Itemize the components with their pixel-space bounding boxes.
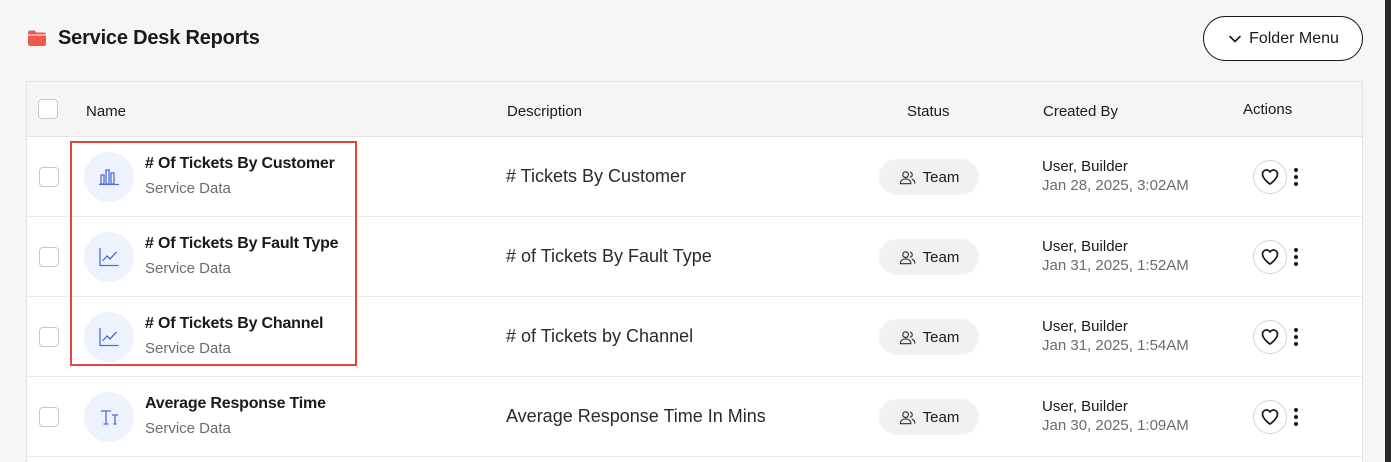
status-label: Team: [922, 328, 960, 346]
report-description: # of Tickets by Channel: [506, 326, 694, 346]
created-by-name: User, Builder: [1042, 398, 1128, 415]
scrollbar[interactable]: [1385, 0, 1391, 462]
dot: [1294, 408, 1298, 412]
status-badge: Team: [879, 319, 979, 355]
status-label: Team: [922, 248, 960, 266]
users-icon: [899, 170, 916, 184]
dot: [1294, 328, 1298, 332]
column-header-name[interactable]: Name: [86, 103, 126, 120]
dot: [1294, 335, 1298, 339]
report-data-source: Service Data: [145, 180, 231, 197]
report-name[interactable]: Average Response Time: [145, 395, 326, 413]
column-header-status[interactable]: Status: [907, 103, 950, 120]
row-checkbox[interactable]: [39, 247, 59, 267]
dot: [1294, 262, 1298, 266]
folder-icon: [28, 30, 46, 46]
table-row[interactable]: # Of Tickets By Fault Type Service Data …: [27, 217, 1362, 297]
dot: [1294, 175, 1298, 179]
row-checkbox[interactable]: [39, 327, 59, 347]
created-date: Jan 31, 2025, 1:52AM: [1042, 257, 1189, 274]
users-icon: [899, 330, 916, 344]
status-badge: Team: [879, 239, 979, 275]
more-options-button[interactable]: [1289, 325, 1303, 349]
dot: [1294, 248, 1298, 252]
column-header-actions: Actions: [1243, 101, 1293, 118]
report-data-source: Service Data: [145, 420, 231, 437]
table-row[interactable]: # Of Tickets By Customer Service Data # …: [27, 137, 1362, 217]
folder-menu-label: Folder Menu: [1249, 29, 1339, 47]
users-icon: [899, 410, 916, 424]
table-row[interactable]: Average Response Time Service Data Avera…: [27, 377, 1362, 457]
dot: [1294, 422, 1298, 426]
status-badge: Team: [879, 159, 979, 195]
line-chart-icon: [84, 312, 134, 362]
heart-icon: [1261, 249, 1279, 265]
heart-icon: [1261, 409, 1279, 425]
bar-chart-icon: [84, 152, 134, 202]
report-description: # of Tickets By Fault Type: [506, 246, 712, 266]
chevron-down-icon: [1229, 35, 1241, 42]
report-description: Average Response Time In Mins: [506, 406, 766, 426]
report-name[interactable]: # Of Tickets By Fault Type: [145, 235, 339, 253]
dot: [1294, 415, 1298, 419]
status-label: Team: [922, 408, 960, 426]
report-data-source: Service Data: [145, 340, 231, 357]
more-options-button[interactable]: [1289, 245, 1303, 269]
report-name[interactable]: # Of Tickets By Customer: [145, 155, 335, 173]
favorite-button[interactable]: [1253, 160, 1287, 194]
created-date: Jan 31, 2025, 1:54AM: [1042, 337, 1189, 354]
favorite-button[interactable]: [1253, 320, 1287, 354]
favorite-button[interactable]: [1253, 400, 1287, 434]
report-description: # Tickets By Customer: [506, 166, 687, 186]
service-desk-reports-page: Service Desk Reports Folder Menu Name De…: [0, 0, 1391, 462]
page-title: Service Desk Reports: [58, 27, 260, 49]
folder-menu-button[interactable]: Folder Menu: [1203, 16, 1363, 61]
report-name[interactable]: # Of Tickets By Channel: [145, 315, 323, 333]
table-header: Name Description Status Created By Actio…: [27, 82, 1362, 137]
created-by-name: User, Builder: [1042, 318, 1128, 335]
favorite-button[interactable]: [1253, 240, 1287, 274]
status-label: Team: [922, 168, 960, 186]
report-data-source: Service Data: [145, 260, 231, 277]
heart-icon: [1261, 329, 1279, 345]
row-checkbox[interactable]: [39, 407, 59, 427]
more-options-button[interactable]: [1289, 165, 1303, 189]
reports-table: Name Description Status Created By Actio…: [26, 81, 1363, 462]
status-badge: Team: [879, 399, 979, 435]
dot: [1294, 168, 1298, 172]
users-icon: [899, 250, 916, 264]
dot: [1294, 342, 1298, 346]
heart-icon: [1261, 169, 1279, 185]
row-checkbox[interactable]: [39, 167, 59, 187]
table-row[interactable]: # Of Tickets By Channel Service Data # o…: [27, 297, 1362, 377]
column-header-description[interactable]: Description: [507, 103, 582, 120]
created-date: Jan 30, 2025, 1:09AM: [1042, 417, 1189, 434]
line-chart-icon: [84, 232, 134, 282]
text-height-icon: [84, 392, 134, 442]
dot: [1294, 182, 1298, 186]
created-date: Jan 28, 2025, 3:02AM: [1042, 177, 1189, 194]
column-header-created-by[interactable]: Created By: [1043, 103, 1118, 120]
dot: [1294, 255, 1298, 259]
more-options-button[interactable]: [1289, 405, 1303, 429]
select-all-checkbox[interactable]: [38, 99, 58, 119]
created-by-name: User, Builder: [1042, 158, 1128, 175]
created-by-name: User, Builder: [1042, 238, 1128, 255]
